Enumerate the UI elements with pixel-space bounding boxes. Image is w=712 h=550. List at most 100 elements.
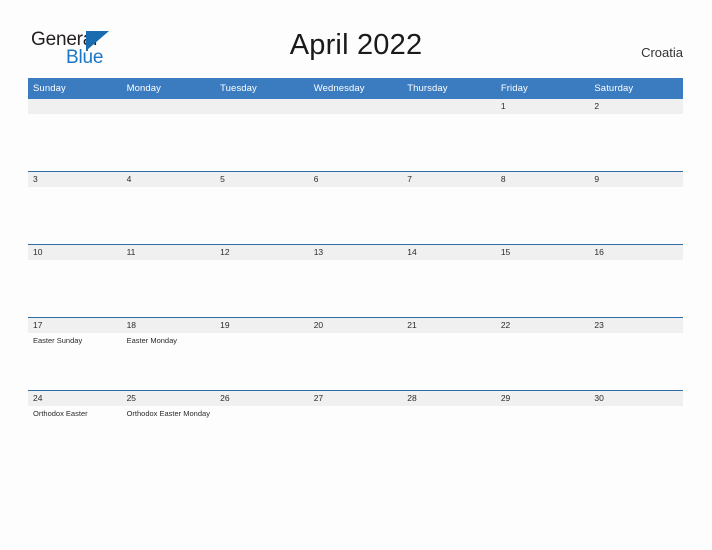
day-events — [589, 260, 683, 263]
day-events — [309, 406, 403, 409]
day-cell-inner — [402, 99, 496, 171]
calendar-day-cell[interactable]: 21 — [402, 317, 496, 391]
calendar-day-cell[interactable]: 20 — [308, 317, 403, 391]
day-events — [215, 406, 309, 409]
day-cell-inner: 12 — [215, 245, 309, 317]
calendar-day-cell[interactable]: 2 — [589, 99, 683, 172]
day-events: Orthodox Easter Monday — [122, 406, 216, 419]
day-cell-inner: 23 — [589, 318, 683, 390]
calendar-empty-cell — [121, 99, 216, 172]
calendar-day-cell[interactable]: 12 — [215, 244, 309, 318]
calendar-empty-cell — [28, 99, 122, 172]
calendar-day-cell[interactable]: 26 — [215, 390, 309, 463]
day-events — [496, 187, 590, 190]
day-number: 8 — [495, 172, 590, 187]
day-number: 26 — [215, 391, 309, 406]
calendar-day-cell[interactable]: 19 — [215, 317, 309, 391]
calendar-day-cell[interactable]: 17 Easter Sunday — [28, 317, 122, 391]
day-number: 13 — [308, 245, 403, 260]
calendar-day-cell[interactable]: 4 — [121, 171, 216, 245]
day-events — [402, 187, 496, 190]
day-cell-inner: 9 — [589, 172, 683, 244]
calendar-day-cell[interactable]: 27 — [308, 390, 403, 463]
day-cell-inner: 17 Easter Sunday — [28, 318, 122, 390]
calendar-page: General Blue April 2022 Croatia Sunday M… — [0, 0, 712, 550]
calendar-week-row: 10 11 12 13 14 15 16 — [28, 244, 683, 318]
day-cell-inner: 8 — [495, 172, 590, 244]
day-cell-inner: 4 — [121, 172, 216, 244]
day-number: 6 — [308, 172, 403, 187]
day-events — [402, 260, 496, 263]
calendar-day-cell[interactable]: 16 — [589, 244, 683, 318]
day-cell-inner: 6 — [308, 172, 403, 244]
calendar-day-cell[interactable]: 11 — [121, 244, 216, 318]
page-title: April 2022 — [289, 29, 423, 61]
day-events — [28, 260, 122, 263]
day-cell-inner: 19 — [215, 318, 309, 390]
day-cell-inner: 20 — [308, 318, 403, 390]
day-events — [402, 333, 496, 336]
calendar-body: 1 2 3 4 5 6 7 8 9 10 11 12 13 14 15 16 17 Easter Sunday 18… — [28, 99, 683, 463]
holiday-event-label: Easter Sunday — [33, 336, 83, 345]
day-cell-inner: 27 — [308, 391, 403, 463]
day-cell-inner: 21 — [402, 318, 496, 390]
day-number: 5 — [215, 172, 309, 187]
day-events — [309, 187, 403, 190]
day-number: 30 — [589, 391, 683, 406]
day-number: 20 — [308, 318, 403, 333]
day-cell-inner: 22 — [495, 318, 590, 390]
day-events — [496, 333, 590, 336]
calendar-day-cell[interactable]: 22 — [495, 317, 590, 391]
day-number — [308, 99, 403, 114]
day-events: Orthodox Easter — [28, 406, 122, 419]
day-events — [28, 114, 122, 117]
day-cell-inner: 26 — [215, 391, 309, 463]
calendar-day-cell[interactable]: 8 — [495, 171, 590, 245]
weekday-header-friday: Friday — [495, 78, 590, 99]
calendar-day-cell[interactable]: 10 — [28, 244, 122, 318]
calendar-day-cell[interactable]: 5 — [215, 171, 309, 245]
day-number — [215, 99, 309, 114]
day-cell-inner — [121, 99, 216, 171]
calendar-day-cell[interactable]: 1 — [495, 99, 590, 172]
calendar-day-cell[interactable]: 6 — [308, 171, 403, 245]
calendar-day-cell[interactable]: 18 Easter Monday — [121, 317, 216, 391]
calendar-day-cell[interactable]: 30 — [589, 390, 683, 463]
day-cell-inner: 3 — [28, 172, 122, 244]
holiday-event-label: Easter Monday — [126, 336, 178, 345]
day-number — [121, 99, 216, 114]
day-number: 18 — [121, 318, 216, 333]
weekday-header-monday: Monday — [121, 78, 216, 99]
calendar-day-cell[interactable]: 7 — [402, 171, 496, 245]
day-cell-inner — [215, 99, 309, 171]
calendar-day-cell[interactable]: 29 — [495, 390, 590, 463]
calendar-day-cell[interactable]: 15 — [495, 244, 590, 318]
weekday-header-wednesday: Wednesday — [308, 78, 403, 99]
day-number: 12 — [215, 245, 309, 260]
calendar-day-cell[interactable]: 13 — [308, 244, 403, 318]
day-events — [215, 187, 309, 190]
day-number: 1 — [495, 99, 590, 114]
calendar-day-cell[interactable]: 24 Orthodox Easter — [28, 390, 122, 463]
day-number: 27 — [308, 391, 403, 406]
calendar-day-cell[interactable]: 28 — [402, 390, 496, 463]
calendar-day-cell[interactable]: 25 Orthodox Easter Monday — [121, 390, 216, 463]
day-number: 7 — [402, 172, 496, 187]
day-cell-inner: 10 — [28, 245, 122, 317]
day-number: 9 — [589, 172, 683, 187]
day-events — [402, 406, 496, 409]
day-number: 3 — [28, 172, 122, 187]
day-events — [122, 260, 216, 263]
calendar-day-cell[interactable]: 14 — [402, 244, 496, 318]
calendar-day-cell[interactable]: 3 — [28, 171, 122, 245]
day-number: 22 — [495, 318, 590, 333]
day-events — [309, 260, 403, 263]
day-number: 16 — [589, 245, 683, 260]
day-cell-inner: 1 — [495, 99, 590, 171]
calendar-day-cell[interactable]: 23 — [589, 317, 683, 391]
day-number: 10 — [28, 245, 122, 260]
calendar-day-cell[interactable]: 9 — [589, 171, 683, 245]
day-number: 28 — [402, 391, 496, 406]
day-number: 25 — [121, 391, 216, 406]
day-cell-inner: 7 — [402, 172, 496, 244]
